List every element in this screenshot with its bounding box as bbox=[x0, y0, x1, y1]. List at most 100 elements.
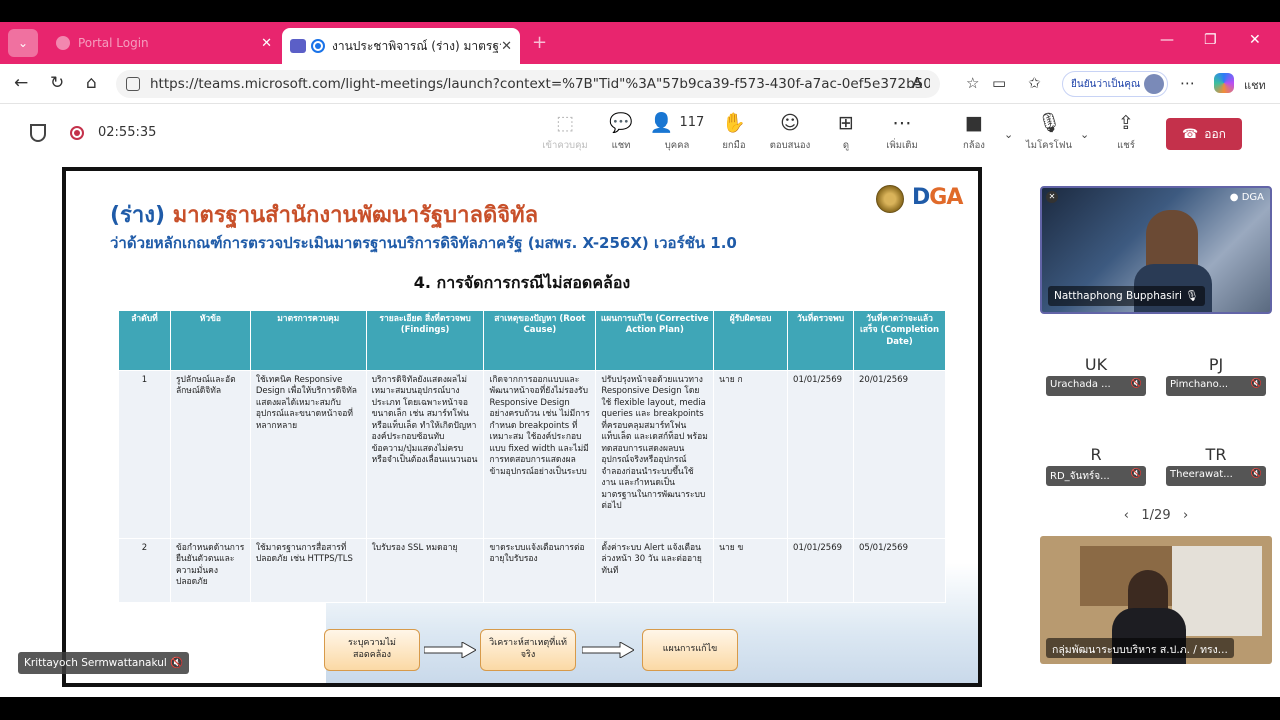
close-window-icon[interactable]: ✕ bbox=[1249, 32, 1261, 48]
participant-tile[interactable]: PJ Pimchano... 🔇 bbox=[1163, 354, 1269, 402]
copilot-chat-label[interactable]: แชท bbox=[1244, 76, 1266, 94]
profile-button[interactable]: ยืนยันว่าเป็นคุณ bbox=[1062, 71, 1168, 97]
participant-tile[interactable]: UK Urachada ... 🔇 bbox=[1043, 354, 1149, 402]
letterbox-top bbox=[0, 0, 1280, 22]
browser-tab-portal[interactable]: Portal Login ✕ bbox=[44, 28, 280, 58]
government-seal-logo bbox=[876, 185, 904, 213]
table-cell: รูปลักษณ์และอัตลักษณ์ดิจิทัล bbox=[169, 370, 251, 539]
tab-actions-menu-button[interactable]: ⌄ bbox=[8, 29, 38, 57]
shared-screen[interactable]: (ร่าง) มาตรฐานสำนักงานพัฒนารัฐบาลดิจิทัล… bbox=[62, 167, 982, 687]
page-icon bbox=[56, 36, 70, 50]
table-cell: 2 bbox=[118, 538, 171, 603]
tab-title: Portal Login bbox=[78, 36, 149, 50]
refresh-icon[interactable]: ↻ bbox=[50, 73, 64, 93]
column-header: วันที่คาดว่าจะแล้วเสร็จ (Completion Date… bbox=[853, 310, 946, 371]
arrow-right-icon bbox=[582, 642, 634, 658]
table-cell: 01/01/2569 bbox=[787, 538, 854, 603]
column-header: รายละเอียด สิ่งที่ตรวจพบ (Findings) bbox=[365, 310, 485, 371]
table-cell: 05/01/2569 bbox=[853, 538, 946, 603]
close-icon[interactable]: ✕ bbox=[261, 36, 272, 51]
copilot-icon[interactable] bbox=[1214, 73, 1234, 93]
back-arrow-icon[interactable]: ← bbox=[14, 73, 28, 93]
chevron-left-icon[interactable]: ‹ bbox=[1124, 508, 1129, 523]
camera-icon: ■ bbox=[965, 112, 983, 134]
button-label: ตอบสนอง bbox=[769, 140, 811, 151]
table-cell: ใบรับรอง SSL หมดอายุ bbox=[365, 538, 485, 603]
home-icon[interactable]: ⌂ bbox=[86, 73, 97, 93]
flow-step-plan: แผนการแก้ไข bbox=[642, 629, 738, 671]
self-name-text: Krittayoch Sermwattanakul bbox=[24, 657, 167, 669]
shield-icon[interactable] bbox=[30, 124, 46, 142]
close-icon[interactable]: ✕ bbox=[501, 39, 512, 54]
recording-indicator-icon bbox=[70, 126, 84, 140]
smiley-icon: ☺ bbox=[780, 112, 800, 134]
browser-tab-teams[interactable]: งานประชาพิจารณ์ (ร่าง) มาตรฐาน ✕ bbox=[282, 28, 520, 64]
leave-button[interactable]: ☎ ออก bbox=[1166, 118, 1242, 150]
participant-name: Theerawat... 🔇 bbox=[1166, 466, 1266, 486]
org-logo-badge: ● DGA bbox=[1229, 192, 1264, 203]
button-label: เข้าควบคุม bbox=[542, 140, 588, 151]
more-options-icon[interactable]: ⋯ bbox=[1180, 74, 1195, 92]
slide-title: (ร่าง) มาตรฐานสำนักงานพัฒนารัฐบาลดิจิทัล bbox=[110, 197, 538, 232]
participant-name-text: Natthaphong Bupphasiri bbox=[1054, 290, 1182, 302]
dga-logo: DGA bbox=[912, 185, 963, 210]
view-button[interactable]: ⊞ ดู bbox=[818, 112, 874, 153]
column-header: วันที่ตรวจพบ bbox=[787, 310, 854, 371]
flow-step-analyze: วิเคราะห์สาเหตุที่แท้จริง bbox=[480, 629, 576, 671]
meeting-timer: 02:55:35 bbox=[98, 125, 157, 140]
button-label: แชร์ bbox=[1117, 140, 1135, 151]
mic-options-chevron-icon[interactable]: ⌄ bbox=[1080, 128, 1089, 141]
camera-button[interactable]: ■ กล้อง bbox=[946, 112, 1002, 153]
teams-icon bbox=[290, 39, 306, 53]
url-field[interactable]: https://teams.microsoft.com/light-meetin… bbox=[116, 70, 940, 98]
table-cell: ปรับปรุงหน้าจอด้วยแนวทาง Responsive Desi… bbox=[595, 370, 715, 539]
camera-options-chevron-icon[interactable]: ⌄ bbox=[1004, 128, 1013, 141]
people-button[interactable]: 👤 117 บุคคล bbox=[649, 112, 705, 153]
self-view-name: Krittayoch Sermwattanakul 🔇 bbox=[18, 652, 190, 674]
arrow-right-icon bbox=[424, 642, 476, 658]
participant-tile[interactable]: R RD_จันทร์จ... 🔇 bbox=[1043, 444, 1149, 492]
table-row: 2 ข้อกำหนดด้านการยืนยันตัวตนและความมั่นค… bbox=[118, 538, 946, 603]
slide-subtitle: ว่าด้วยหลักเกณฑ์การตรวจประเมินมาตรฐานบริ… bbox=[110, 234, 737, 252]
page-indicator: 1/29 bbox=[1141, 508, 1171, 523]
presentation-slide: (ร่าง) มาตรฐานสำนักงานพัฒนารัฐบาลดิจิทัล… bbox=[66, 171, 978, 683]
share-icon: ⇪ bbox=[1118, 112, 1134, 134]
letterbox-bottom bbox=[0, 697, 1280, 720]
site-info-icon[interactable] bbox=[126, 77, 140, 91]
share-button[interactable]: ⇪ แชร์ bbox=[1098, 112, 1154, 153]
participant-tile[interactable]: TR Theerawat... 🔇 bbox=[1163, 444, 1269, 492]
camera-permission-icon[interactable]: ▭ bbox=[992, 74, 1006, 92]
take-control-button[interactable]: ⬚ เข้าควบคุม bbox=[537, 112, 593, 153]
restore-icon[interactable]: ❐ bbox=[1204, 32, 1217, 48]
logo-text-d: D bbox=[912, 185, 930, 210]
button-label: แชท bbox=[611, 140, 631, 151]
table-cell: นาย ก bbox=[713, 370, 789, 539]
chevron-right-icon[interactable]: › bbox=[1183, 508, 1188, 523]
table-row: 1 รูปลักษณ์และอัตลักษณ์ดิจิทัล ใช้เทคนิค… bbox=[118, 370, 946, 539]
hand-icon: ✋ bbox=[722, 112, 746, 134]
new-tab-button[interactable]: + bbox=[532, 32, 547, 53]
read-aloud-icon[interactable]: 𝖠 bbox=[912, 74, 922, 92]
column-header: สาเหตุของปัญหา (Root Cause) bbox=[483, 310, 597, 371]
mic-button[interactable]: 🎙 ไมโครโฟน bbox=[1021, 112, 1077, 153]
mic-muted-icon: 🔇 bbox=[1130, 379, 1142, 389]
phone-icon: ☎ bbox=[1182, 126, 1199, 142]
raise-hand-button[interactable]: ✋ ยกมือ bbox=[706, 112, 762, 153]
button-label: ไมโครโฟน bbox=[1026, 140, 1072, 151]
table-cell: ขาดระบบแจ้งเตือนการต่ออายุใบรับรอง bbox=[483, 538, 597, 603]
more-button[interactable]: ⋯ เพิ่มเติม bbox=[874, 112, 930, 153]
table-cell: ตั้งค่าระบบ Alert แจ้งเตือนล่วงหน้า 30 ว… bbox=[595, 538, 715, 603]
chat-button[interactable]: 💬 แชท bbox=[593, 112, 649, 153]
table-cell: เกิดจากการออกแบบและพัฒนาหน้าจอที่ยังไม่ร… bbox=[483, 370, 597, 539]
react-button[interactable]: ☺ ตอบสนอง bbox=[762, 112, 818, 153]
participant-video-tile[interactable]: ✕ ● DGA Natthaphong Bupphasiri 🎙 bbox=[1040, 186, 1272, 314]
favorite-star-icon[interactable]: ☆ bbox=[966, 74, 979, 92]
pin-icon[interactable]: ✕ bbox=[1046, 191, 1058, 203]
minimize-icon[interactable]: — bbox=[1160, 32, 1174, 48]
flow-step-identify: ระบุความไม่สอดคล้อง bbox=[324, 629, 420, 671]
participant-name: Pimchano... 🔇 bbox=[1166, 376, 1266, 396]
mic-muted-icon: 🔇 bbox=[1130, 469, 1142, 479]
participant-name-text: RD_จันทร์จ... bbox=[1050, 471, 1110, 482]
favorites-icon[interactable]: ✩ bbox=[1028, 74, 1041, 92]
participant-video-tile[interactable]: กลุ่มพัฒนาระบบบริหาร ส.ป.ภ. / ทรง... bbox=[1040, 536, 1272, 664]
